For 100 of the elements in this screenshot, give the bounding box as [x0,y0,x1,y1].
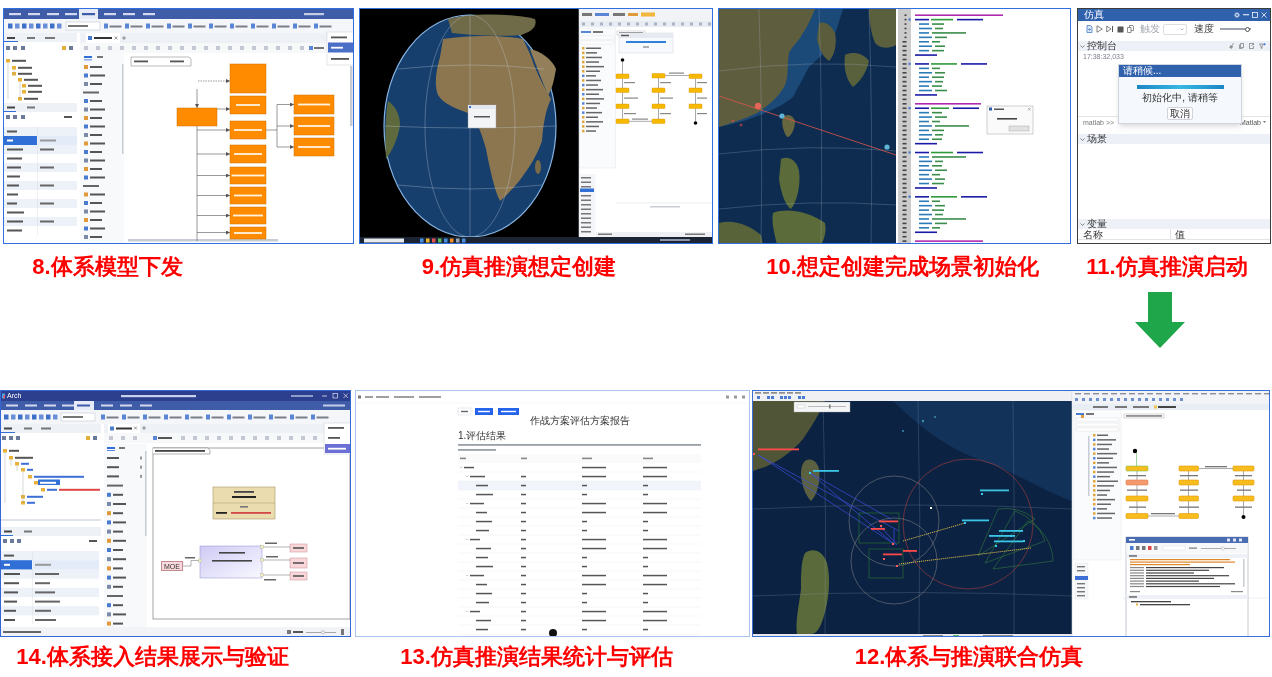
flow-node [615,87,630,93]
export-icon[interactable] [1249,43,1254,49]
diagram-node [293,116,335,136]
flow-node [688,87,703,93]
flow-node [1232,479,1255,486]
diagram-node [229,186,267,205]
end-node-icon [693,121,698,125]
connector-line [263,574,291,581]
flow-node [615,118,630,124]
step-forward-icon[interactable] [1106,25,1114,33]
caption: 11.仿真推演启动 [1086,253,1248,281]
port-icon [198,558,202,563]
chevron-icon[interactable] [1080,137,1085,141]
column-header: 名称 [1078,229,1171,239]
plus-icon [731,119,735,123]
copy-icon[interactable] [1127,25,1134,33]
output-node [289,557,308,569]
settings-icon[interactable] [1234,12,1240,18]
sensor-area [858,512,900,544]
map-control-panel[interactable] [793,401,851,413]
frame-tab-drawing [130,56,192,67]
section-title: 场景 [1087,134,1107,144]
marker-icon [754,102,762,110]
stop-icon[interactable] [1117,25,1124,33]
unit-label-drawing [994,540,1023,543]
caption: 9.仿真推演想定创建 [421,253,617,281]
unit-marker-icon [930,507,932,509]
flow-node [615,73,630,79]
section-heading: 1.评估结果 [458,430,507,442]
logo-icon [2,393,5,399]
caption: 8.体系模型下发 [32,253,183,281]
flow-node [651,87,666,93]
close-icon[interactable] [343,393,349,399]
action-button[interactable] [475,408,493,415]
flow-node [688,73,703,79]
speed-slider[interactable] [1220,26,1251,32]
close-icon[interactable] [1261,12,1267,18]
unit-marker-icon [1023,540,1025,542]
flow-node [615,103,630,109]
message-dialog [467,104,497,129]
section-title: 控制台 [1087,41,1117,51]
unit-marker-icon [892,543,894,545]
maximize-icon[interactable] [1252,12,1258,18]
flow-connector [695,108,707,122]
chevron-icon[interactable] [1080,222,1085,226]
caret-icon [1263,121,1266,123]
port-icon [260,573,264,577]
sensor-sector [992,520,1054,570]
flow-node [651,103,666,109]
action-button[interactable] [498,408,519,415]
flow-node [651,118,666,124]
sensor-sector [984,510,1046,564]
port-icon [260,545,264,549]
flow-node [1178,495,1199,502]
dialog-message: 初始化中, 请稍等 [1142,92,1218,104]
flow-node [1232,465,1255,472]
flow-connector [1128,470,1146,481]
maximize-icon[interactable] [332,393,338,399]
flow-node [1125,465,1149,472]
flow-connector [695,92,707,105]
section-title: 变量 [1087,219,1107,229]
action-button[interactable] [457,407,472,416]
unit-label-drawing [879,520,898,523]
connector-line [182,557,199,567]
copy-icon[interactable] [1239,43,1244,49]
attack-line [902,522,966,542]
cancel-button[interactable]: 取消 [1167,107,1193,120]
diagram-node [293,94,335,115]
slider-thumb[interactable] [1244,26,1250,32]
scrollbar [350,66,353,126]
flow-node [1178,465,1199,472]
flow-node [1178,513,1199,519]
chevron-icon[interactable] [1080,44,1085,48]
flow-node [1178,479,1199,486]
unit-label-drawing [962,519,989,522]
down-arrow-icon [1135,292,1185,348]
document-arrow-icon[interactable] [1086,25,1093,33]
caption: 13.仿真推演结果统计与评估 [400,643,673,671]
round-button[interactable] [549,629,557,636]
flow-connector [622,78,635,89]
diagram-node [293,137,335,157]
output-node [289,571,308,581]
message-dialog [986,105,1034,135]
unit-label-drawing [758,448,799,451]
minimize-icon[interactable] [1243,14,1249,16]
broom-icon[interactable] [1229,43,1234,49]
unit-label-drawing [980,489,1009,492]
minimize-icon[interactable] [321,395,328,397]
output-node [289,543,308,553]
play-icon[interactable] [1096,25,1103,33]
window-title: 仿真 [1084,9,1104,21]
diagram-node [229,120,267,140]
dialog-title: 请稍候... [1119,65,1241,77]
flow-connector [1237,484,1251,497]
trigger-label: 触发 [1140,24,1160,34]
flow-connector [658,92,673,105]
speed-label: 速度 [1194,24,1214,34]
filter-icon[interactable] [1259,43,1266,49]
progress-dialog [618,32,674,54]
scrollbar [650,206,680,208]
